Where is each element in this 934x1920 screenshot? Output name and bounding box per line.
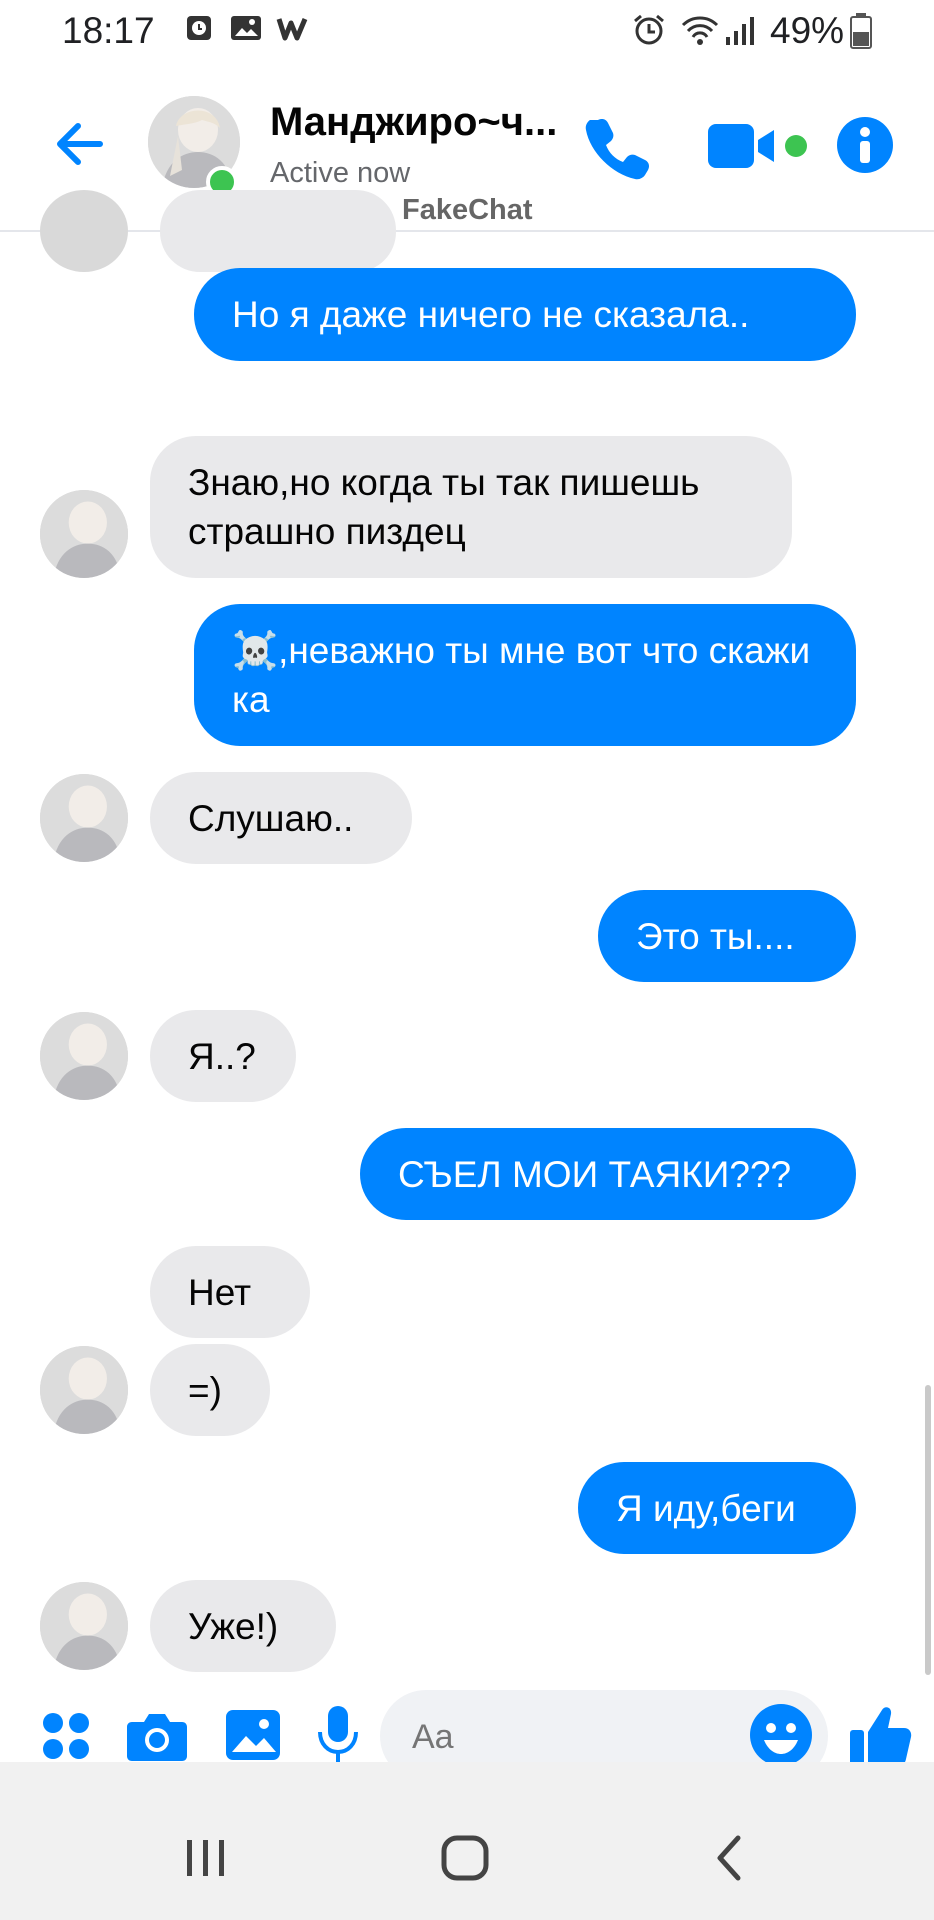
phone-icon[interactable]: [584, 114, 650, 180]
microphone-icon[interactable]: [316, 1704, 360, 1766]
message-bubble-incoming[interactable]: Нет: [150, 1246, 310, 1338]
avatar: [40, 1346, 128, 1434]
avatar: [40, 1012, 128, 1100]
message-bubble-outgoing[interactable]: Это ты....: [598, 890, 856, 982]
status-time: 18:17: [62, 10, 155, 51]
battery-icon: [850, 13, 872, 49]
message-thread[interactable]: Но я даже ничего не сказала.. Знаю,но ко…: [0, 190, 934, 1690]
emoji-icon[interactable]: [748, 1702, 814, 1768]
status-bar: 18:17 49%: [0, 0, 934, 62]
wifi-icon: [681, 16, 719, 45]
avatar: [40, 774, 128, 862]
avatar: [40, 190, 128, 272]
message-bubble-outgoing[interactable]: Я иду,беги: [578, 1462, 856, 1554]
avatar: [40, 1582, 128, 1670]
message-bubble-incoming[interactable]: Я..?: [150, 1010, 296, 1102]
alarm-icon: [634, 14, 664, 45]
scrollbar[interactable]: [925, 1385, 931, 1675]
message-bubble-outgoing[interactable]: ☠️,неважно ты мне вот что скажи ка: [194, 604, 856, 746]
message-bubble-outgoing[interactable]: СЪЕЛ МОИ ТАЯКИ???: [360, 1128, 856, 1220]
contact-name[interactable]: Манджиро~ч...: [270, 100, 570, 145]
wattpad-icon: [276, 18, 308, 41]
message-bubble-incoming[interactable]: Уже!): [150, 1580, 336, 1672]
system-navigation-bar: [0, 1762, 934, 1920]
signal-icon: [726, 17, 754, 45]
active-status: Active now: [270, 157, 411, 189]
message-bubble-incoming[interactable]: =): [150, 1344, 270, 1436]
message-bubble-incoming[interactable]: Знаю,но когда ты так пишешь страшно пизд…: [150, 436, 792, 578]
battery-percentage: 49%: [770, 10, 845, 51]
back-icon[interactable]: [710, 1834, 750, 1882]
message-bubble-incoming[interactable]: Слушаю..: [150, 772, 412, 864]
image-icon[interactable]: [224, 1706, 282, 1764]
clock-app-icon: [187, 16, 211, 40]
home-icon[interactable]: [440, 1834, 492, 1882]
apps-grid-icon[interactable]: [40, 1710, 92, 1762]
info-icon[interactable]: [836, 116, 894, 174]
thumbs-up-icon[interactable]: [848, 1700, 914, 1768]
back-arrow-icon[interactable]: [50, 114, 110, 174]
watermark: FakeChat: [402, 194, 533, 226]
message-bubble-outgoing[interactable]: Но я даже ничего не сказала..: [194, 268, 856, 361]
recents-icon[interactable]: [182, 1834, 230, 1882]
video-camera-icon[interactable]: [706, 120, 810, 172]
gallery-icon: [231, 16, 261, 40]
camera-icon[interactable]: [126, 1710, 188, 1762]
message-bubble-partial: [160, 190, 396, 272]
avatar: [40, 490, 128, 578]
message-input[interactable]: [410, 1710, 714, 1764]
conversation-header: Манджиро~ч... Active now FakeChat: [0, 62, 934, 232]
